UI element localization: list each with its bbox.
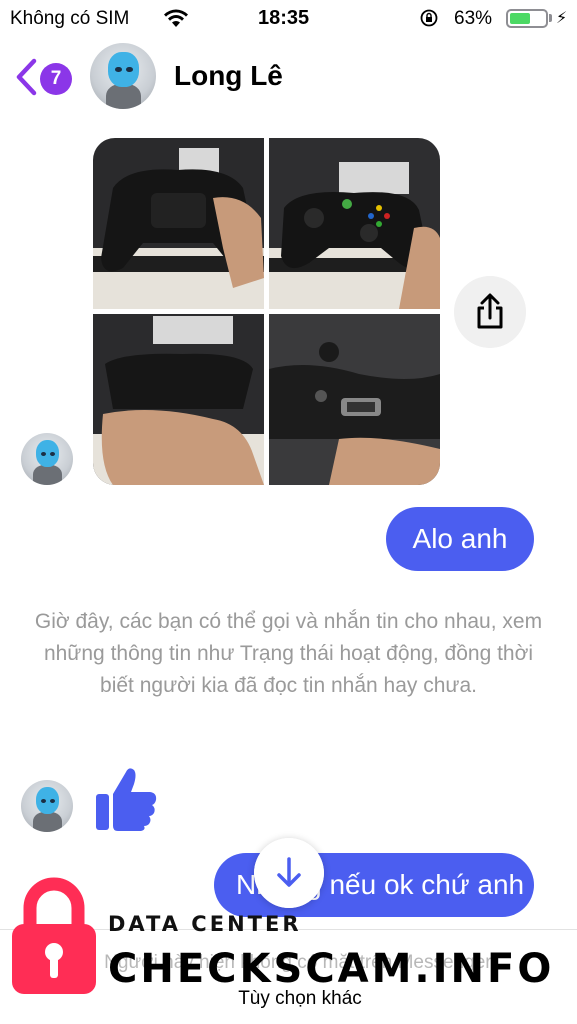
photo-controller-port[interactable] xyxy=(269,314,440,485)
carrier-label: Không có SIM xyxy=(10,8,130,29)
battery-tip xyxy=(549,14,552,22)
watermark-subtitle: DATA CENTER xyxy=(108,912,302,936)
avatar-eye xyxy=(115,66,122,73)
avatar-head xyxy=(35,787,60,815)
photo-controller-top[interactable] xyxy=(93,314,264,485)
avatar-body xyxy=(33,812,62,832)
clock: 18:35 xyxy=(258,7,310,29)
system-notice: Giờ đây, các bạn có thể gọi và nhắn tin … xyxy=(34,610,543,697)
charging-icon: ⚡ xyxy=(556,10,568,27)
avatar-eye xyxy=(126,66,133,73)
padlock-icon xyxy=(12,877,96,994)
rotation-lock-icon xyxy=(420,9,438,27)
back-chevron-icon[interactable] xyxy=(14,58,38,96)
contact-name[interactable]: Long Lê xyxy=(174,60,283,92)
conversation-header: 7 Long Lê xyxy=(0,40,577,116)
unread-count-badge[interactable]: 7 xyxy=(40,63,72,95)
avatar-eye xyxy=(49,798,55,803)
arrow-down-icon[interactable] xyxy=(254,838,324,908)
photo-controller-front[interactable] xyxy=(269,138,440,309)
avatar-eye xyxy=(49,451,55,456)
share-icon[interactable] xyxy=(454,276,526,348)
outgoing-message-bubble[interactable]: Alo anh xyxy=(386,507,534,571)
battery-percent: 63% xyxy=(454,8,493,29)
battery-fill xyxy=(510,13,530,24)
avatar-head xyxy=(35,440,60,468)
watermark-title: CHECKSCAM.INFO xyxy=(108,946,555,992)
wifi-icon xyxy=(164,9,188,27)
avatar-body xyxy=(33,465,62,485)
photo-grid[interactable] xyxy=(93,138,440,485)
avatar-head xyxy=(108,52,139,87)
sender-avatar[interactable] xyxy=(21,433,73,485)
photo-controller-back[interactable] xyxy=(93,138,264,309)
contact-avatar[interactable] xyxy=(90,43,156,109)
battery-icon xyxy=(506,9,548,28)
sender-avatar[interactable] xyxy=(21,780,73,832)
avatar-body xyxy=(105,83,142,109)
avatar-eye xyxy=(40,451,46,456)
avatar-eye xyxy=(40,798,46,803)
thumbs-up-icon[interactable] xyxy=(94,764,158,832)
status-bar: Không có SIM 18:35 63% ⚡ xyxy=(0,0,577,36)
